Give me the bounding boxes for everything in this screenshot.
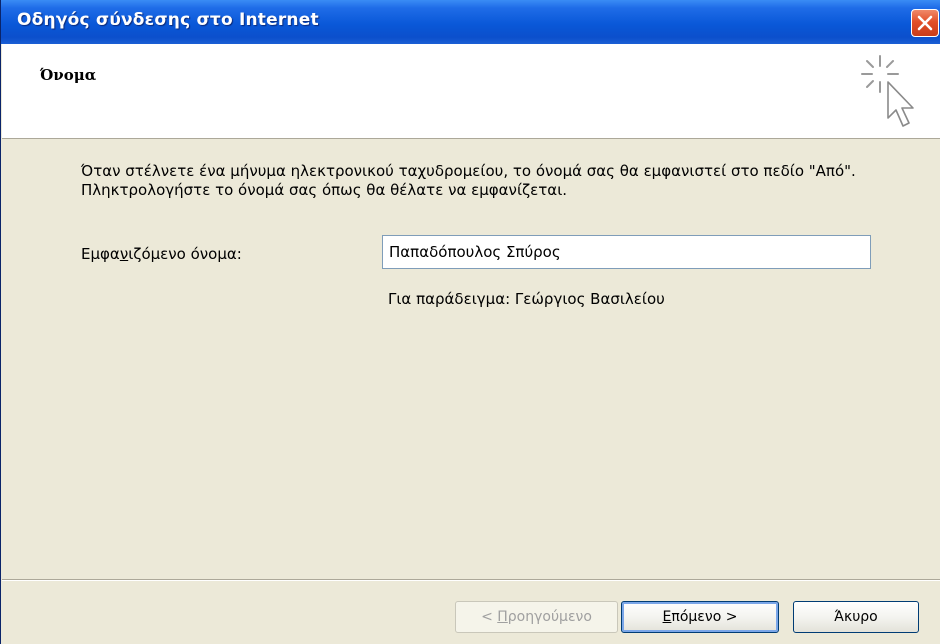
example-hint: Για παράδειγμα: Γεώργιος Βασιλείου: [388, 290, 665, 308]
next-button[interactable]: Επόμενο >: [621, 601, 779, 633]
footer-divider: [2, 579, 940, 581]
window-title: Οδηγός σύνδεσης στο Internet: [17, 10, 319, 30]
back-button-prefix: <: [481, 609, 498, 625]
wizard-header: Όνομα: [2, 44, 940, 139]
display-name-input[interactable]: [382, 235, 871, 269]
close-button[interactable]: [911, 9, 939, 37]
back-button-label: ροηγούμενο: [507, 609, 592, 625]
back-button[interactable]: < Προηγούμενο: [455, 601, 618, 633]
instructions-text: Όταν στέλνετε ένα μήνυμα ηλεκτρονικού τα…: [81, 162, 856, 199]
cancel-button[interactable]: Άκυρο: [793, 601, 919, 633]
next-button-label: πόμενο >: [671, 609, 738, 625]
display-name-label: Εμφανιζόμενο όνομα:: [81, 245, 242, 263]
back-button-mnemonic: Π: [497, 609, 508, 625]
wizard-cursor-icon: [861, 55, 914, 127]
page-title: Όνομα: [40, 66, 97, 84]
wizard-window: Οδηγός σύνδεσης στο Internet Όνομα Όταν …: [0, 0, 940, 644]
title-bar[interactable]: Οδηγός σύνδεσης στο Internet: [1, 0, 940, 44]
display-name-label-mnemonic: ν: [119, 245, 129, 263]
display-name-label-part: Εμφα: [81, 245, 120, 263]
close-icon: [917, 15, 933, 31]
display-name-label-part-2: ιζόμενο όνομα:: [128, 245, 242, 263]
